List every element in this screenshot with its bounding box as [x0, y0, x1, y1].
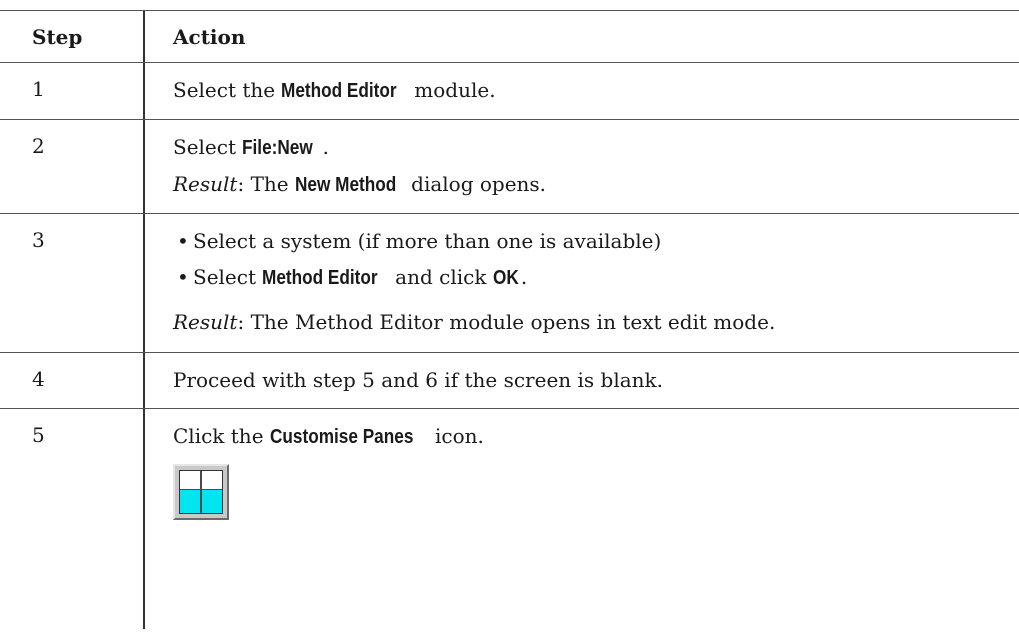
procedure-table: Step Action 1 Select the Method Editor m…: [0, 10, 1019, 629]
ui-term: Method Editor: [281, 80, 398, 102]
result-line: Result: The New Method dialog opens.: [173, 172, 547, 196]
action-cell: Click the Customise Panes icon.: [145, 409, 1019, 629]
table-row-2: 2 Select File:New. Result: The New Metho…: [0, 120, 1019, 214]
table-row-5: 5 Click the Customise Panes icon.: [0, 409, 1019, 629]
header-action: Action: [173, 24, 246, 49]
step-number: 4: [0, 353, 145, 408]
header-step: Step: [0, 11, 145, 62]
bullet-icon: •: [177, 229, 189, 253]
customise-panes-icon: [173, 464, 229, 520]
ui-term: OK: [492, 267, 519, 289]
table-header: Step Action: [0, 10, 1019, 63]
ui-term: File:New: [242, 137, 314, 159]
ui-term: Method Editor: [262, 267, 378, 289]
action-cell: • Select a system (if more than one is a…: [145, 214, 1019, 352]
bullet-item: • Select Method Editor and click OK.: [177, 265, 528, 289]
step-number: 5: [0, 409, 145, 629]
result-line: Result: The Method Editor module opens i…: [173, 310, 776, 334]
action-cell: Select the Method Editor module.: [173, 78, 496, 102]
table-row-3: 3 • Select a system (if more than one is…: [0, 214, 1019, 353]
action-cell: Select File:New. Result: The New Method …: [145, 120, 1019, 213]
step-number: 2: [0, 120, 145, 213]
ui-term: Customise Panes: [269, 426, 414, 448]
bullet-item: • Select a system (if more than one is a…: [177, 229, 662, 253]
ui-term: New Method: [295, 174, 397, 196]
table-row-4: 4 Proceed with step 5 and 6 if the scree…: [0, 353, 1019, 409]
table-row-1: 1 Select the Method Editor module.: [0, 63, 1019, 120]
step-number: 3: [0, 214, 145, 352]
bullet-icon: •: [177, 265, 189, 289]
action-cell: Proceed with step 5 and 6 if the screen …: [173, 368, 664, 392]
step-number: 1: [0, 63, 145, 119]
